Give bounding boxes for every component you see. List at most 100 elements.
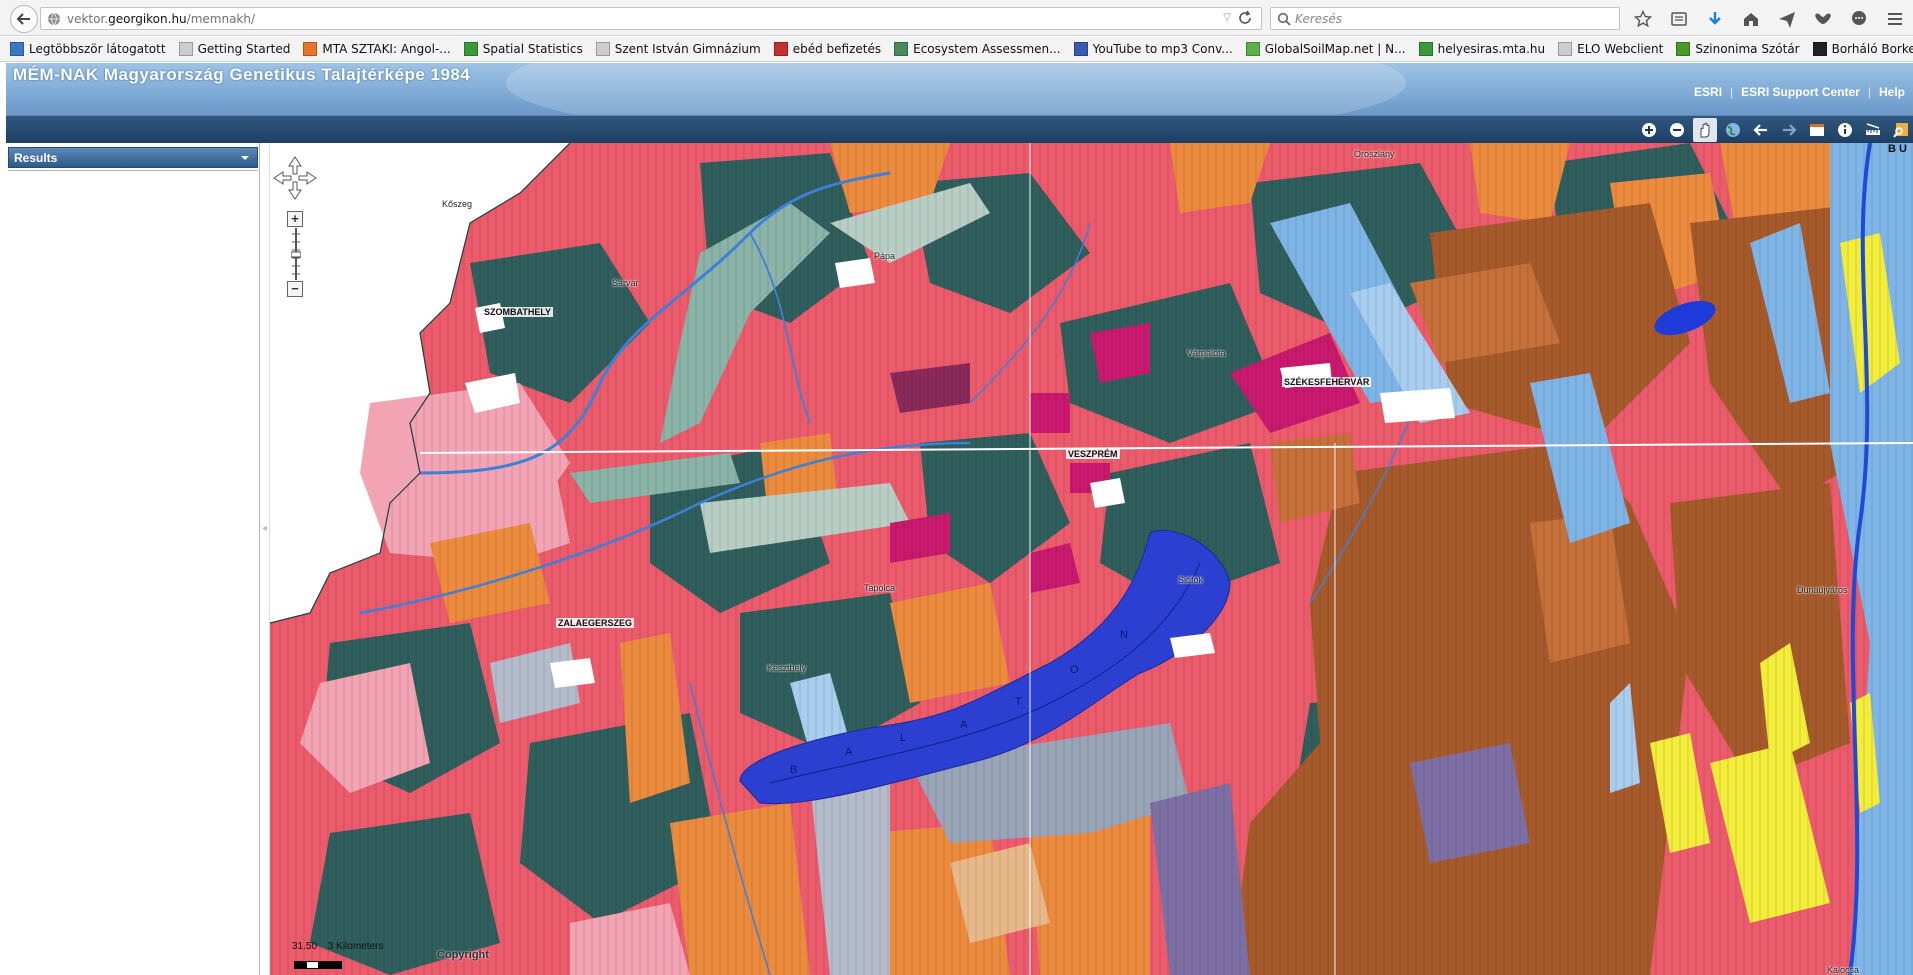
results-panel-header[interactable]: Results xyxy=(8,147,258,168)
zoom-in-button[interactable]: + xyxy=(287,211,303,227)
bookmark-item[interactable]: Legtöbbször látogatott xyxy=(10,42,166,56)
menu-icon[interactable] xyxy=(1882,6,1908,32)
results-label: Results xyxy=(14,150,58,165)
pan-tool[interactable] xyxy=(1693,118,1717,142)
place-label: Siófok xyxy=(1178,575,1204,585)
measure-icon xyxy=(1866,123,1880,135)
esri-link[interactable]: ESRI xyxy=(1694,85,1722,99)
bookmark-item[interactable]: ebéd befizetés xyxy=(773,42,881,56)
bookmark-label: Szinonima Szótár xyxy=(1695,42,1800,56)
map-area[interactable]: B A L A T O N Kőszeg SZOMBATHELY Sárvár Pápa O… xyxy=(270,143,1913,975)
soil-map-image[interactable]: B A L A T O N xyxy=(270,143,1913,975)
scale-unit: 3 Kilometers xyxy=(327,941,384,952)
place-label: Kalocsa xyxy=(1827,965,1860,975)
bookmark-label: Legtöbbször látogatott xyxy=(29,42,166,56)
layers-tool[interactable] xyxy=(1805,118,1829,142)
copyright-text: Copyright xyxy=(437,949,489,961)
chevron-down-icon[interactable] xyxy=(240,153,250,163)
place-label: Pápa xyxy=(874,251,896,261)
search-placeholder: Keresés xyxy=(1295,11,1343,26)
help-link[interactable]: Help xyxy=(1879,85,1905,99)
info-icon xyxy=(1838,123,1852,137)
results-list xyxy=(8,169,258,171)
url-host: georgikon.hu xyxy=(108,11,187,26)
bookmark-item[interactable]: Getting Started xyxy=(178,42,291,56)
bookmark-label: ELO Webclient xyxy=(1577,42,1664,56)
scale-bar: 31.50 3 Kilometers xyxy=(292,941,383,952)
lake-label-letter: A xyxy=(845,746,853,758)
bookmark-item[interactable]: Spatial Statistics xyxy=(463,42,583,56)
splitter-handle-icon[interactable]: ◂ xyxy=(262,523,267,534)
bookmark-item[interactable]: YouTube to mp3 Conv... xyxy=(1073,42,1233,56)
zoom-in-tool[interactable] xyxy=(1637,118,1661,142)
place-label: Oroszlány xyxy=(1354,149,1395,159)
nav-icons xyxy=(1630,6,1908,32)
full-extent-tool[interactable] xyxy=(1721,118,1745,142)
bookmark-label: GlobalSoilMap.net | N... xyxy=(1264,42,1406,56)
send-icon[interactable] xyxy=(1774,6,1800,32)
hand-icon xyxy=(1700,122,1710,138)
download-icon[interactable] xyxy=(1702,6,1728,32)
bookmark-item[interactable]: Szinonima Szótár xyxy=(1676,42,1800,56)
search-input[interactable]: Keresés xyxy=(1270,7,1620,30)
bookmark-label: Getting Started xyxy=(197,42,291,56)
find-tool[interactable] xyxy=(1889,118,1913,142)
zoom-out-icon xyxy=(1670,123,1684,137)
bookmark-label: MTA SZTAKI: Angol-... xyxy=(322,42,451,56)
bookmark-item[interactable]: Ecosystem Assessmen... xyxy=(894,42,1061,56)
home-icon[interactable] xyxy=(1738,6,1764,32)
page-icon xyxy=(1558,42,1573,56)
map-edge-letters: B U xyxy=(1888,143,1907,155)
bookmark-item[interactable]: ELO Webclient xyxy=(1558,42,1663,56)
bookmark-label: Borháló Borkereskedés xyxy=(1831,42,1913,56)
reload-icon[interactable] xyxy=(1237,10,1253,26)
place-label: Sárvár xyxy=(612,278,639,288)
esri-support-link[interactable]: ESRI Support Center xyxy=(1741,85,1860,99)
page-icon xyxy=(595,42,610,56)
scale-value: 31.50 xyxy=(292,941,318,952)
lake-label-letter: B xyxy=(790,764,797,776)
sztaki-icon xyxy=(303,42,318,56)
identify-tool[interactable] xyxy=(1833,118,1857,142)
place-label: SZÉKESFEHÉRVÁR xyxy=(1282,377,1372,387)
previous-extent-tool[interactable] xyxy=(1749,118,1773,142)
bookmark-item[interactable]: GlobalSoilMap.net | N... xyxy=(1245,42,1406,56)
globe-icon xyxy=(894,42,909,56)
back-button[interactable] xyxy=(10,5,38,33)
zoom-slider[interactable]: + − xyxy=(287,211,305,297)
page-icon xyxy=(178,42,193,56)
arrow-left-icon xyxy=(16,13,30,25)
browser-toolbar: vektor. georgikon.hu/memnakh/ ▽ Keresés xyxy=(0,0,1913,36)
chat-icon[interactable] xyxy=(1846,6,1872,32)
bookmark-item[interactable]: Borháló Borkereskedés xyxy=(1812,42,1913,56)
place-label: Keszthely xyxy=(767,663,807,673)
search-icon xyxy=(1277,12,1291,26)
zoom-track-icon[interactable] xyxy=(291,228,301,280)
zoom-out-button[interactable]: − xyxy=(287,281,303,297)
pan-compass-icon[interactable] xyxy=(272,155,318,201)
measure-tool[interactable] xyxy=(1861,118,1885,142)
place-label: ZALAEGERSZEG xyxy=(556,618,635,628)
url-dropdown-icon[interactable]: ▽ xyxy=(1223,12,1231,23)
bottle-icon xyxy=(1812,42,1827,56)
url-bar[interactable]: vektor. georgikon.hu/memnakh/ ▽ xyxy=(40,7,1262,30)
app-title: MÉM-NAK Magyarország Genetikus Talajtérk… xyxy=(13,65,471,84)
pocket-icon[interactable] xyxy=(1810,6,1836,32)
scale-ruler xyxy=(294,961,342,969)
check-icon xyxy=(1418,42,1433,56)
panel-splitter[interactable]: ◂ xyxy=(260,143,270,975)
bookmark-item[interactable]: Szent István Gimnázium xyxy=(595,42,761,56)
bookmark-item[interactable]: helyesiras.mta.hu xyxy=(1418,42,1545,56)
bookmark-item[interactable]: MTA SZTAKI: Angol-... xyxy=(303,42,451,56)
zoom-out-tool[interactable] xyxy=(1665,118,1689,142)
globe-icon xyxy=(1245,42,1260,56)
next-extent-tool[interactable] xyxy=(1777,118,1801,142)
reading-list-icon[interactable] xyxy=(1666,6,1692,32)
star-icon[interactable] xyxy=(1630,6,1656,32)
app-header: MÉM-NAK Magyarország Genetikus Talajtérk… xyxy=(6,63,1913,115)
place-label: Várpalota xyxy=(1187,348,1226,358)
find-icon xyxy=(1893,123,1908,138)
mp3-icon xyxy=(1073,42,1088,56)
globe-icon xyxy=(48,12,60,25)
url-prefix: vektor. xyxy=(67,11,109,26)
